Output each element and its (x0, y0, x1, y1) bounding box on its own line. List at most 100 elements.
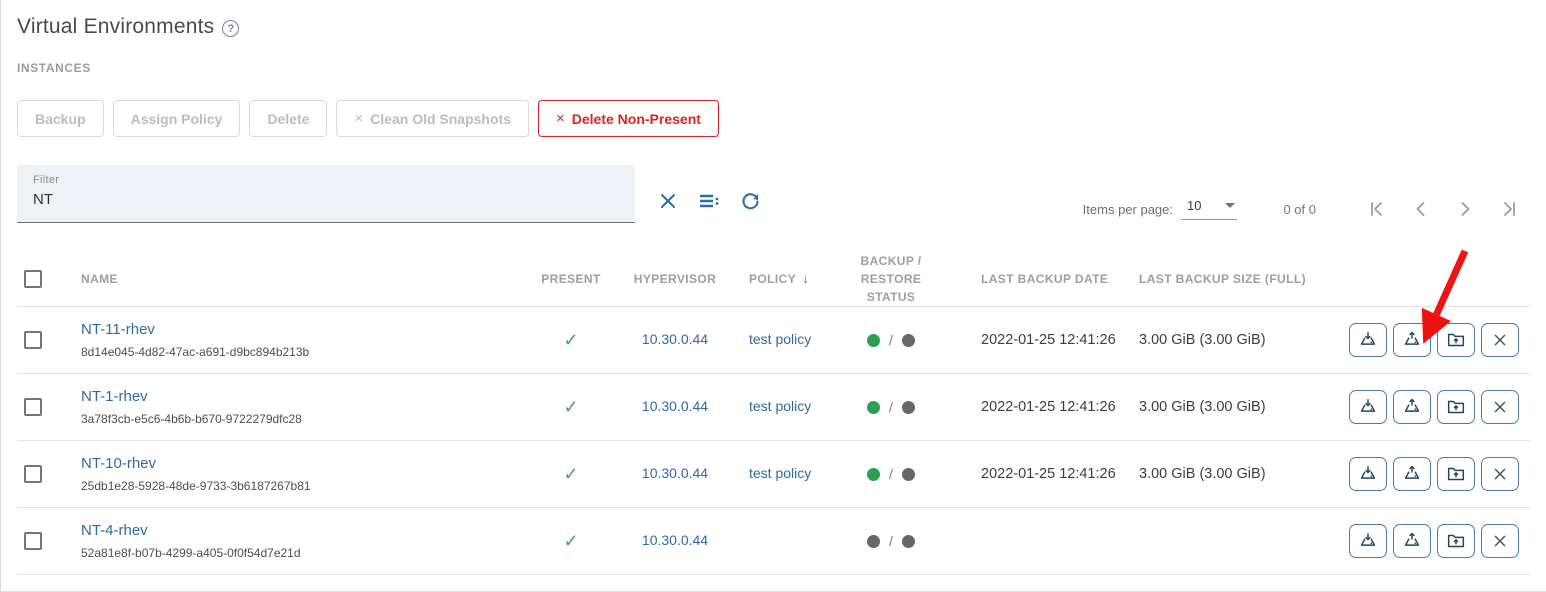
filter-input[interactable]: Filter NT (17, 165, 635, 223)
hypervisor-link[interactable]: 10.30.0.44 (642, 398, 708, 414)
select-all-checkbox[interactable] (24, 270, 42, 288)
restore-action-button[interactable] (1393, 323, 1431, 357)
delete-action-button[interactable] (1481, 457, 1519, 491)
virtual-environments-page: Virtual Environments ? INSTANCES Backup … (0, 0, 1546, 592)
present-check-icon: ✓ (563, 464, 578, 484)
clear-filter-icon[interactable] (657, 190, 679, 212)
column-header-status[interactable]: BACKUP / RESTORE STATUS (831, 252, 951, 306)
instance-name-link[interactable]: NT-1-rhev (81, 388, 521, 405)
backup-icon (1357, 530, 1379, 552)
backup-icon (1357, 329, 1379, 351)
assign-policy-button[interactable]: Assign Policy (113, 100, 241, 137)
close-icon (1489, 329, 1511, 351)
clean-old-snapshots-button[interactable]: × Clean Old Snapshots (336, 100, 529, 137)
policy-header-label: POLICY (749, 270, 796, 288)
mounted-backup-action-button[interactable] (1437, 323, 1475, 357)
backup-restore-status: / (831, 399, 951, 415)
instance-name-link[interactable]: NT-10-rhev (81, 455, 521, 472)
mounted-backup-action-button[interactable] (1437, 390, 1475, 424)
folder-restore-icon (1445, 463, 1467, 485)
delete-action-button[interactable] (1481, 390, 1519, 424)
delete-non-present-button[interactable]: × Delete Non-Present (538, 100, 719, 137)
status-header-line2: STATUS (831, 288, 951, 306)
last-backup-date: 2022-01-25 12:41:26 (951, 332, 1131, 348)
name-cell: NT-4-rhev 52a81e8f-b07b-4299-a405-0f0f54… (73, 522, 521, 560)
table-body: NT-11-rhev 8d14e045-4d82-47ac-a691-d9bc8… (17, 307, 1530, 575)
backup-restore-status: / (831, 332, 951, 348)
filter-settings-icon[interactable] (698, 190, 720, 212)
first-page-icon[interactable] (1366, 198, 1388, 220)
clean-old-snapshots-label: Clean Old Snapshots (370, 111, 511, 127)
last-backup-date: 2022-01-25 12:41:26 (951, 466, 1131, 482)
column-header-policy[interactable]: POLICY ↓ (729, 268, 831, 289)
section-label: INSTANCES (17, 61, 1530, 75)
instance-name-link[interactable]: NT-4-rhev (81, 522, 521, 539)
column-header-name[interactable]: NAME (73, 270, 521, 288)
row-checkbox[interactable] (24, 465, 42, 483)
row-checkbox[interactable] (24, 398, 42, 416)
present-check-icon: ✓ (563, 397, 578, 417)
backup-action-button[interactable] (1349, 457, 1387, 491)
table-header-row: NAME PRESENT HYPERVISOR POLICY ↓ BACKUP … (17, 251, 1530, 307)
mounted-backup-action-button[interactable] (1437, 457, 1475, 491)
refresh-icon[interactable] (739, 190, 761, 212)
instance-name-link[interactable]: NT-11-rhev (81, 321, 521, 338)
restore-status-dot (902, 334, 915, 347)
last-page-icon[interactable] (1498, 198, 1520, 220)
items-per-page-label: Items per page: (1083, 202, 1173, 217)
policy-link[interactable]: test policy (749, 331, 811, 347)
restore-status-dot (902, 401, 915, 414)
hypervisor-link[interactable]: 10.30.0.44 (642, 532, 708, 548)
row-checkbox[interactable] (24, 331, 42, 349)
present-check-icon: ✓ (563, 531, 578, 551)
items-per-page-select[interactable]: 10 (1181, 198, 1237, 220)
column-header-last-backup-size[interactable]: LAST BACKUP SIZE (FULL) (1131, 270, 1331, 288)
filter-value[interactable]: NT (33, 191, 619, 208)
policy-link[interactable]: test policy (749, 465, 811, 481)
row-actions (1331, 390, 1530, 424)
hypervisor-link[interactable]: 10.30.0.44 (642, 465, 708, 481)
delete-action-button[interactable] (1481, 323, 1519, 357)
restore-action-button[interactable] (1393, 390, 1431, 424)
restore-icon (1401, 396, 1423, 418)
items-per-page-value: 10 (1187, 198, 1201, 213)
table-row: NT-11-rhev 8d14e045-4d82-47ac-a691-d9bc8… (17, 307, 1530, 374)
instance-uuid: 52a81e8f-b07b-4299-a405-0f0f54d7e21d (81, 546, 521, 560)
last-backup-size: 3.00 GiB (3.00 GiB) (1131, 466, 1331, 482)
status-separator: / (889, 332, 893, 348)
chevron-down-icon (1225, 203, 1235, 208)
instance-uuid: 25db1e28-5928-48de-9733-3b6187267b81 (81, 479, 521, 493)
pagination-nav (1366, 198, 1520, 220)
column-header-hypervisor[interactable]: HYPERVISOR (621, 270, 729, 288)
page-header: Virtual Environments ? (17, 0, 1530, 39)
row-actions (1331, 524, 1530, 558)
last-backup-size: 3.00 GiB (3.00 GiB) (1131, 332, 1331, 348)
restore-action-button[interactable] (1393, 457, 1431, 491)
help-icon[interactable]: ? (222, 20, 239, 37)
delete-button[interactable]: Delete (249, 100, 327, 137)
paginator: Items per page: 10 0 of 0 (1083, 198, 1530, 220)
restore-icon (1401, 329, 1423, 351)
filter-icons (657, 190, 761, 212)
status-separator: / (889, 399, 893, 415)
next-page-icon[interactable] (1454, 198, 1476, 220)
backup-button[interactable]: Backup (17, 100, 104, 137)
restore-status-dot (902, 468, 915, 481)
last-backup-date: 2022-01-25 12:41:26 (951, 399, 1131, 415)
column-header-last-backup-date[interactable]: LAST BACKUP DATE (951, 270, 1131, 288)
previous-page-icon[interactable] (1410, 198, 1432, 220)
table-row: NT-10-rhev 25db1e28-5928-48de-9733-3b618… (17, 441, 1530, 508)
row-checkbox[interactable] (24, 532, 42, 550)
backup-action-button[interactable] (1349, 323, 1387, 357)
backup-action-button[interactable] (1349, 524, 1387, 558)
mounted-backup-action-button[interactable] (1437, 524, 1475, 558)
policy-link[interactable]: test policy (749, 398, 811, 414)
instance-uuid: 3a78f3cb-e5c6-4b6b-b670-9722279dfc28 (81, 412, 521, 426)
close-icon (1489, 396, 1511, 418)
hypervisor-link[interactable]: 10.30.0.44 (642, 331, 708, 347)
backup-action-button[interactable] (1349, 390, 1387, 424)
backup-icon (1357, 396, 1379, 418)
column-header-present[interactable]: PRESENT (521, 270, 621, 288)
delete-action-button[interactable] (1481, 524, 1519, 558)
restore-action-button[interactable] (1393, 524, 1431, 558)
